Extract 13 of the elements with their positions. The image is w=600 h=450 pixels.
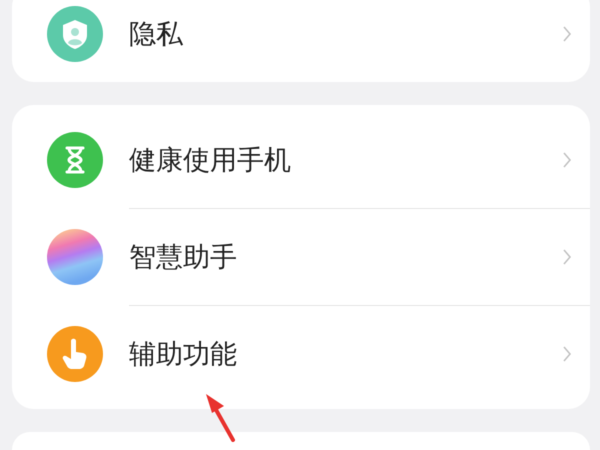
- chevron-icon: [562, 150, 572, 168]
- chevron-icon: [562, 248, 572, 266]
- chevron-icon: [562, 24, 572, 42]
- pointer-arrow: [203, 392, 237, 442]
- settings-item[interactable]: 辅助功能: [129, 336, 237, 372]
- hand-icon: [47, 326, 103, 382]
- settings-item[interactable]: 智慧助手: [129, 239, 237, 275]
- gradient-orb-icon: [47, 228, 103, 284]
- chevron-icon: [562, 345, 572, 363]
- hourglass-icon: [47, 132, 103, 188]
- shield-icon: [47, 6, 103, 62]
- settings-item[interactable]: 隐私: [129, 16, 183, 52]
- settings-item[interactable]: 健康使用手机: [129, 142, 291, 178]
